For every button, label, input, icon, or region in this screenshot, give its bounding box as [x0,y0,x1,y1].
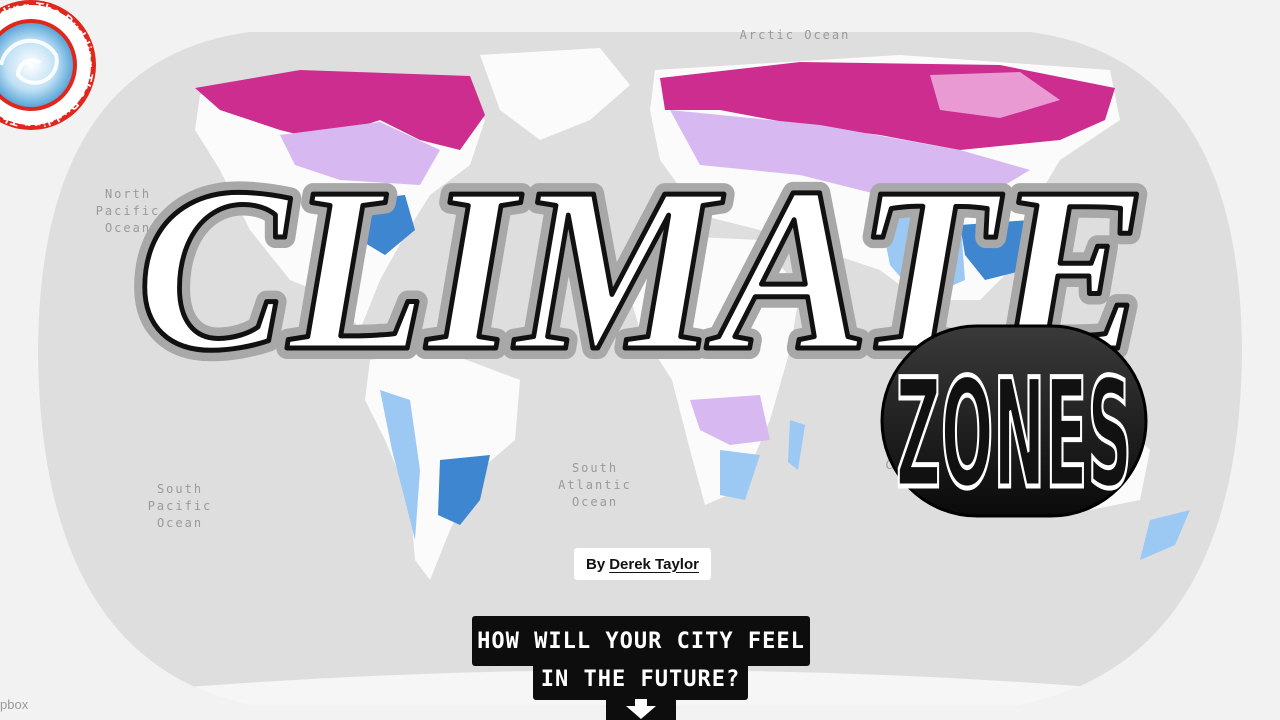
zones-badge: ZONES [880,324,1148,522]
landing-page: Arctic Ocean North Pacific Ocean Oc Sout… [0,0,1280,720]
down-arrow-icon [626,699,656,719]
pudding-logo[interactable]: The Pudding The Pudding The Pudding The … [0,0,98,132]
zones-badge-text: ZONES [896,348,1132,522]
ocean-label-south-atlantic: South Atlantic Ocean [558,461,632,509]
byline-prefix: By [586,555,606,573]
scroll-down-button[interactable] [606,697,676,720]
byline: By Derek Taylor [574,548,711,580]
map-attribution[interactable]: pbox [0,697,28,712]
cta-line-2: IN THE FUTURE? [533,658,748,700]
byline-author-link[interactable]: Derek Taylor [609,556,699,573]
ocean-label-south-pacific: South Pacific Ocean [147,482,213,530]
ocean-label-arctic: Arctic Ocean [739,28,851,42]
